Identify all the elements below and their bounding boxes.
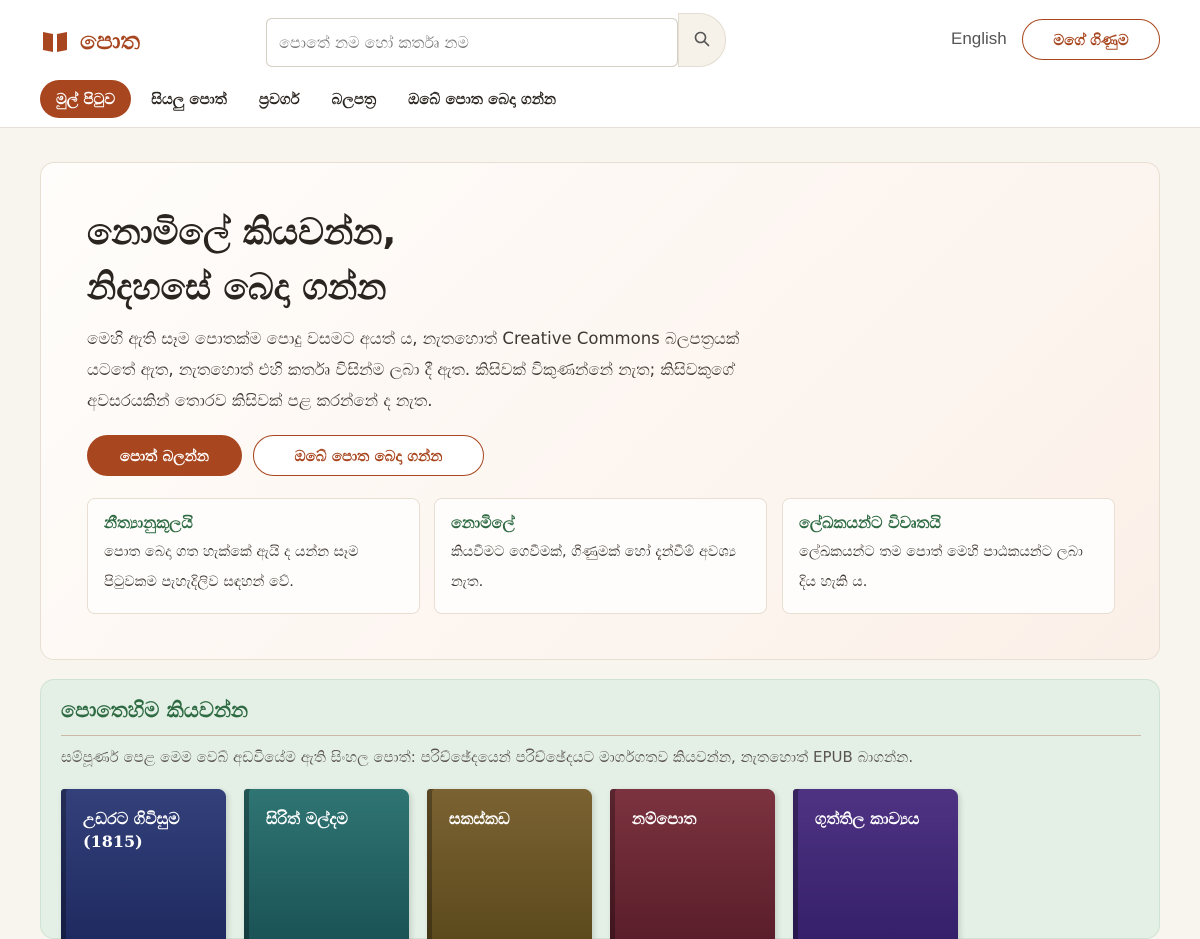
- open-book-icon: [42, 29, 68, 53]
- book-cover[interactable]: නම්පොත: [610, 789, 775, 939]
- book-cover[interactable]: ගුත්තිල කාව්‍යය: [793, 789, 958, 939]
- hero-title-line-1: නොමිලේ කියවන්න,: [87, 212, 397, 253]
- nav-item-all-books[interactable]: සියලු පොත්: [135, 80, 243, 118]
- book-title: නම්පොත: [632, 809, 697, 828]
- section-description: සම්පූර්ණ පෙළ මෙම වෙබ් අඩවියේම ඇති සිංහල …: [61, 748, 914, 766]
- book-cover[interactable]: උඩරට ගිවිසුම (1815): [61, 789, 226, 939]
- my-account-button[interactable]: මගේ ගිණුම: [1022, 19, 1160, 60]
- search-button[interactable]: [678, 13, 726, 67]
- nav-item-share-book[interactable]: ඔබේ පොත බෙදා ගන්න: [392, 80, 572, 118]
- logo-text: පොත: [80, 27, 140, 55]
- feature-title: නීත්‍යානුකූලයි: [104, 513, 193, 532]
- book-cover[interactable]: සකස්කඩ: [427, 789, 592, 939]
- site-logo[interactable]: පොත: [42, 27, 140, 55]
- nav-item-categories[interactable]: ප්‍රවර්ග: [243, 80, 316, 118]
- book-title: සකස්කඩ: [449, 809, 510, 828]
- search-icon: [694, 31, 710, 50]
- book-cover[interactable]: සිරිත් මල්දම: [244, 789, 409, 939]
- hero-title-line-2: නිදහසේ බෙදා ගන්න: [87, 267, 387, 308]
- feature-card-legal: නීත්‍යානුකූලයි පොත බෙදා ගත හැක්කේ ඇයි ද …: [87, 498, 420, 614]
- language-link[interactable]: English: [951, 29, 1007, 49]
- read-on-site-section: පොතෙහිම කියවන්න සම්පූර්ණ පෙළ මෙම වෙබ් අඩ…: [40, 679, 1160, 939]
- hero-section: නොමිලේ කියවන්න, නිදහසේ බෙදා ගන්න මෙහි ඇත…: [40, 162, 1160, 660]
- feature-text: කියවීමට ගෙවීමක්, ගිණුමක් හෝ දැන්වීම් අවශ…: [451, 544, 736, 590]
- section-divider: [61, 735, 1141, 736]
- feature-card-open-to-writers: ලේඛකයන්ට විවෘතයි ලේඛකයන්ට තම පොත් මෙහි ප…: [782, 498, 1115, 614]
- feature-text: පොත බෙදා ගත හැක්කේ ඇයි ද යන්න සෑම පිටුවක…: [104, 544, 359, 590]
- hero-description: මෙහි ඇති සෑම පොතක්ම පොදු වසමට අයත් ය, නැ…: [87, 329, 740, 410]
- book-title: උඩරට ගිවිසුම (1815): [83, 809, 180, 851]
- book-title: ගුත්තිල කාව්‍යය: [815, 809, 920, 828]
- hero-title: නොමිලේ කියවන්න, නිදහසේ බෙදා ගන්න: [87, 205, 396, 315]
- browse-books-button[interactable]: පොත් බලන්න: [87, 435, 242, 476]
- nav-item-home[interactable]: මුල් පිටුව: [40, 80, 132, 118]
- feature-title: ලේඛකයන්ට විවෘතයි: [799, 513, 941, 532]
- section-title: පොතෙහිම කියවන්න: [61, 698, 249, 722]
- search-input[interactable]: [266, 18, 678, 67]
- share-your-book-button[interactable]: ඔබේ පොත බෙදා ගන්න: [253, 435, 484, 476]
- feature-text: ලේඛකයන්ට තම පොත් මෙහි පාඨකයන්ට ලබා දිය හ…: [799, 544, 1083, 590]
- main-nav: මුල් පිටුව සියලු පොත් ප්‍රවර්ග බලපත්‍ර ඔ…: [40, 80, 572, 118]
- feature-title: නොමිලේ: [451, 513, 515, 532]
- site-header: පොත English මගේ ගිණුම මුල් පිටුව සියලු ප…: [0, 0, 1200, 128]
- feature-card-free: නොමිලේ කියවීමට ගෙවීමක්, ගිණුමක් හෝ දැන්ව…: [434, 498, 767, 614]
- book-title: සිරිත් මල්දම: [266, 809, 349, 828]
- nav-item-licenses[interactable]: බලපත්‍ර: [316, 80, 393, 118]
